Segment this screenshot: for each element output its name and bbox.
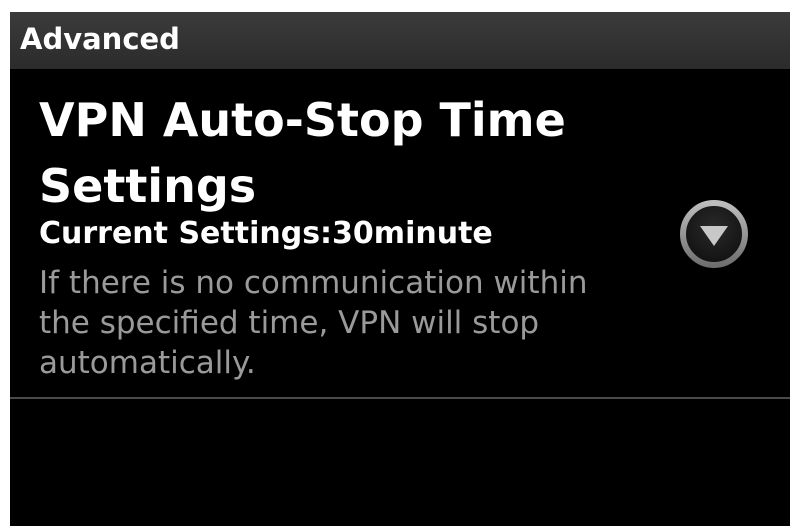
preference-title: VPN Auto-Stop Time Settings [39,93,566,213]
dropdown-button[interactable] [678,198,750,270]
screen: Advanced VPN Auto-Stop Time Settings Cur… [10,12,790,526]
header-title: Advanced [20,22,180,56]
header-bar: Advanced [10,12,790,69]
vpn-auto-stop-preference[interactable]: VPN Auto-Stop Time Settings Current Sett… [10,69,790,397]
preference-description: If there is no communication within the … [39,265,588,381]
preference-current-value: Current Settings:30minute [39,216,493,251]
chevron-down-circle-icon [680,200,748,268]
divider [10,397,790,399]
